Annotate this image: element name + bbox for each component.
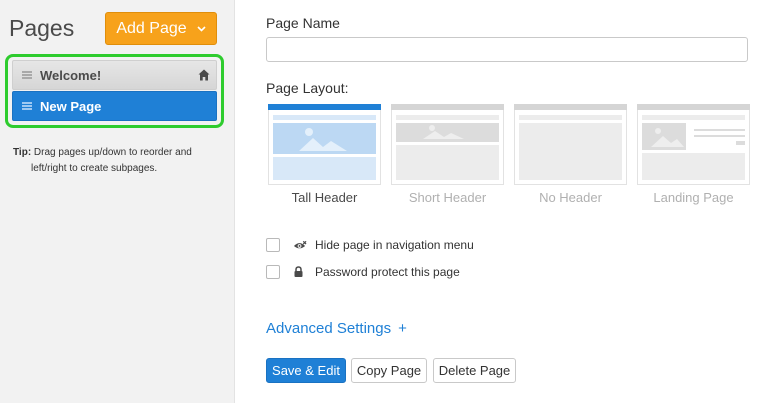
sidebar-title: Pages — [9, 15, 75, 41]
layout-option-short-header[interactable]: Short Header — [391, 104, 504, 205]
page-layout-label: Page Layout: — [266, 80, 349, 96]
advanced-settings-label: Advanced Settings — [266, 320, 392, 337]
page-name-label: Page Name — [266, 15, 340, 31]
tip-line-2: left/right to create subpages. — [31, 163, 158, 174]
layout-label-short-header: Short Header — [408, 190, 487, 205]
layout-label-landing-page: Landing Page — [653, 190, 734, 205]
layout-option-tall-header[interactable]: Tall Header — [268, 104, 381, 205]
drag-handle-icon[interactable] — [22, 102, 32, 110]
tip-label: Tip: — [13, 147, 32, 158]
delete-page-button[interactable]: Delete Page — [433, 358, 516, 383]
pages-list: Welcome! New Page — [5, 54, 224, 128]
eye-hidden-icon — [293, 239, 307, 251]
add-page-button[interactable]: Add Page — [105, 12, 217, 45]
layout-label-tall-header: Tall Header — [291, 190, 358, 205]
layout-thumbnail-tall-header — [268, 104, 381, 185]
drag-handle-icon[interactable] — [22, 71, 32, 79]
hide-in-navigation-label: Hide page in navigation menu — [315, 238, 474, 252]
password-protect-checkbox[interactable] — [266, 265, 280, 279]
page-item-label: Welcome! — [40, 67, 102, 83]
page-item-label: New Page — [40, 98, 102, 114]
option-hide-in-navigation: Hide page in navigation menu — [266, 237, 474, 253]
tip-text: Tip: Drag pages up/down to reorder and l… — [13, 145, 218, 177]
layout-option-landing-page[interactable]: Landing Page — [637, 104, 750, 205]
save-and-edit-button[interactable]: Save & Edit — [266, 358, 346, 383]
page-name-input[interactable] — [266, 37, 748, 62]
home-icon — [198, 69, 210, 81]
page-settings-form: Page Name Page Layout: Tall Header Short… — [266, 0, 766, 403]
layout-option-no-header[interactable]: No Header — [514, 104, 627, 205]
layout-thumbnail-short-header — [391, 104, 504, 185]
chevron-down-icon — [197, 24, 206, 35]
add-page-label: Add Page — [116, 19, 187, 37]
hide-in-navigation-checkbox[interactable] — [266, 238, 280, 252]
lock-icon — [293, 266, 307, 278]
layout-label-no-header: No Header — [539, 190, 602, 205]
layout-thumbnail-no-header — [514, 104, 627, 185]
page-item-welcome[interactable]: Welcome! — [12, 60, 217, 90]
tip-line-1: Drag pages up/down to reorder and — [31, 147, 192, 158]
layout-options: Tall Header Short Header No Header Landi… — [266, 104, 750, 214]
sidebar: Pages Add Page Welcome! New Page Tip: Dr… — [0, 0, 235, 403]
plus-icon: + — [398, 320, 407, 337]
advanced-settings-link[interactable]: Advanced Settings + — [266, 320, 407, 337]
copy-page-button[interactable]: Copy Page — [351, 358, 427, 383]
password-protect-label: Password protect this page — [315, 265, 460, 279]
layout-thumbnail-landing-page — [637, 104, 750, 185]
option-password-protect: Password protect this page — [266, 264, 460, 280]
page-item-new-page[interactable]: New Page — [12, 91, 217, 121]
